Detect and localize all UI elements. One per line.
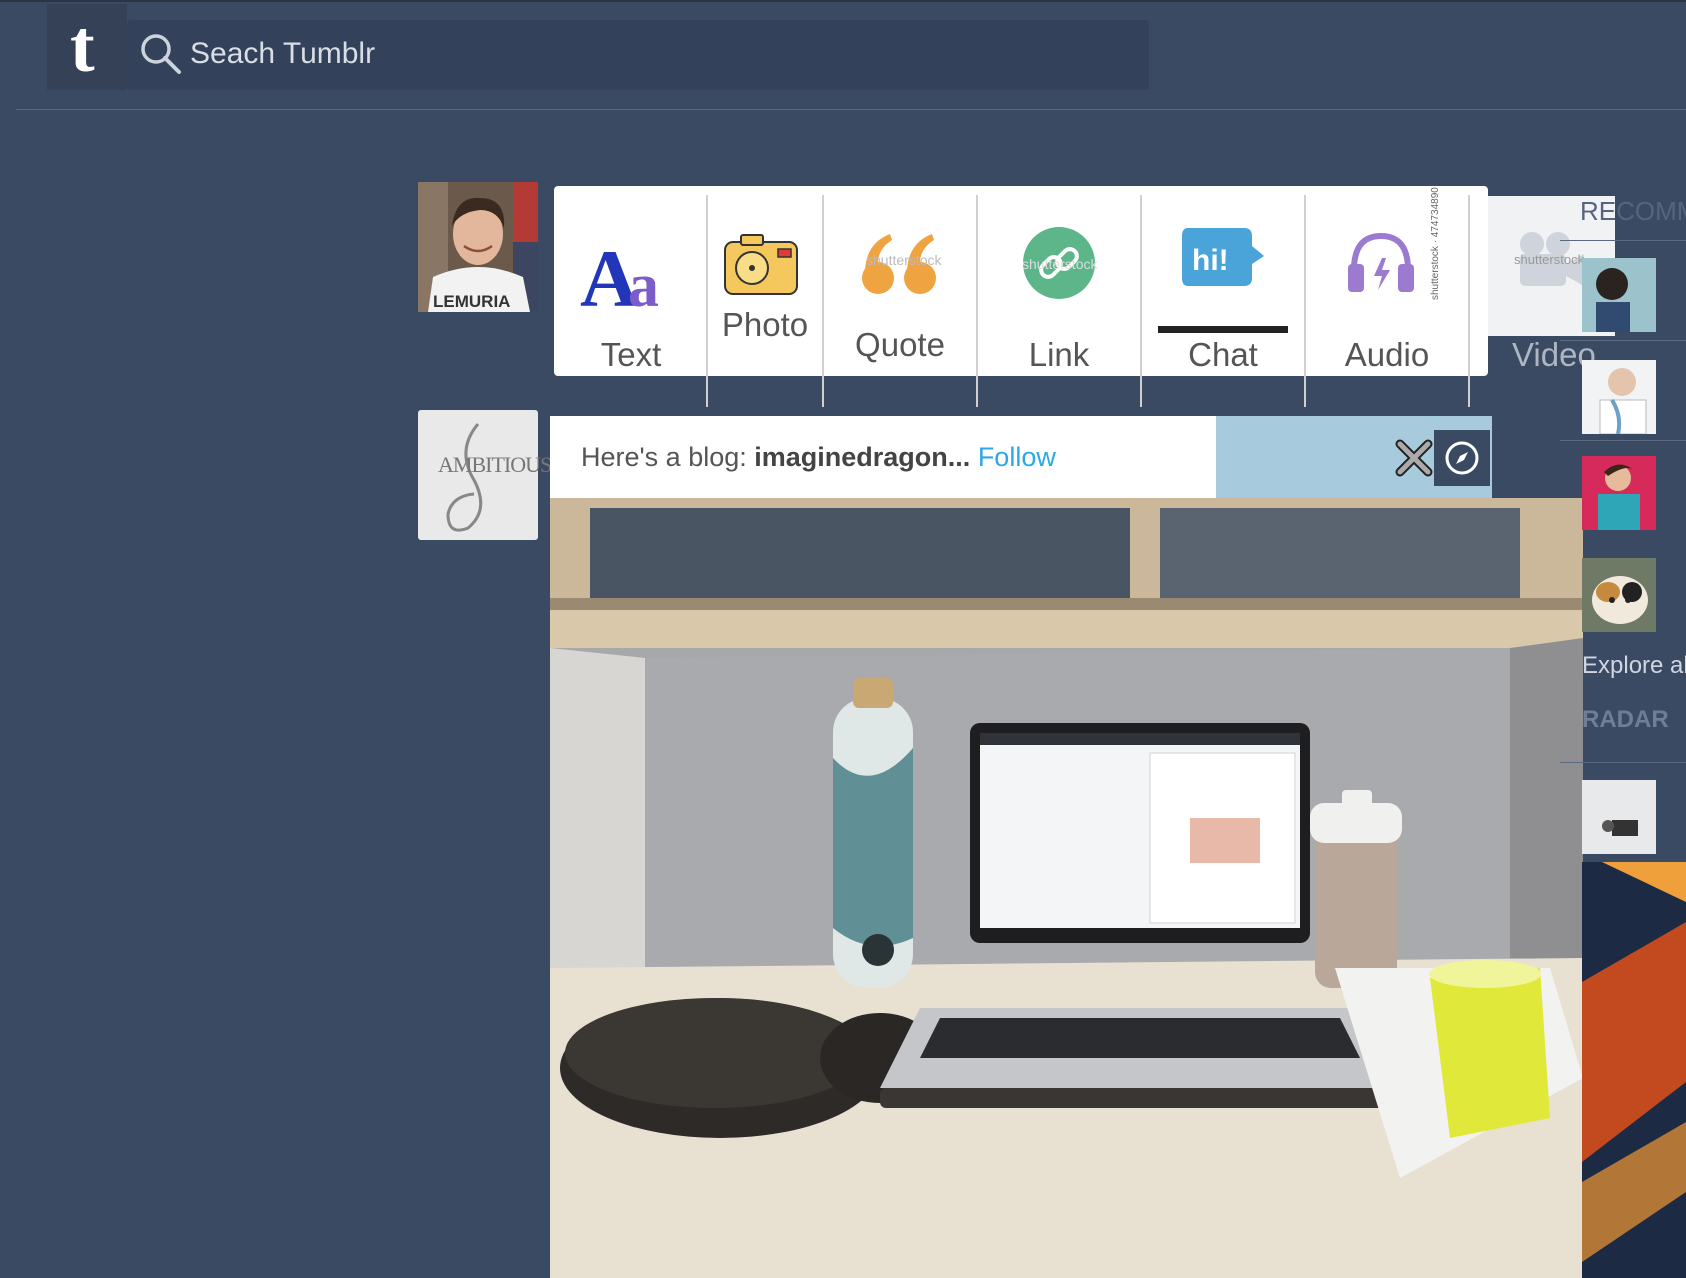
post-type-chat[interactable]: hi! Chat	[1142, 186, 1304, 376]
stock-watermark: shutterstock	[1514, 252, 1585, 267]
avatar-shirt-text: LEMURIA	[433, 292, 510, 311]
post-type-audio-label: Audio	[1344, 336, 1430, 373]
camera-icon	[724, 234, 798, 295]
top-edge	[0, 0, 1686, 2]
search-icon	[141, 34, 181, 74]
post-type-photo[interactable]: Photo	[708, 186, 822, 376]
explore-blog-button[interactable]	[1434, 430, 1490, 486]
rail-divider	[1560, 440, 1686, 441]
tumblr-logo[interactable]: t	[70, 4, 95, 90]
stock-watermark: shutterstock	[866, 252, 942, 268]
chat-icon: hi!	[1182, 228, 1264, 286]
compass-icon	[1445, 441, 1479, 475]
explore-all-link[interactable]: Explore al	[1582, 652, 1686, 680]
search-input[interactable]	[188, 28, 1092, 80]
post-type-quote[interactable]: shutterstock Quote	[824, 186, 976, 376]
recommended-blog-prefix: Here's a blog:	[581, 442, 747, 472]
headphones-icon	[1348, 232, 1414, 292]
text-icon: A a	[580, 236, 659, 320]
user-avatar[interactable]: LEMURIA	[418, 182, 538, 312]
rail-divider	[1560, 340, 1686, 341]
svg-text:a: a	[628, 252, 659, 320]
radar-thumb[interactable]	[1582, 780, 1656, 854]
radar-post-image[interactable]	[1582, 862, 1686, 1278]
post-type-divider	[1468, 195, 1470, 407]
header-divider	[16, 109, 1686, 110]
post-type-photo-label: Photo	[721, 306, 809, 343]
stock-footer-bar	[1158, 326, 1288, 333]
recommended-blog-name[interactable]: imaginedragon...	[754, 442, 970, 472]
post-type-link[interactable]: shutterstock Link	[978, 186, 1140, 376]
recommended-blog-text: Here's a blog: imaginedragon... Follow	[581, 442, 1056, 473]
stock-watermark: shutterstock	[1022, 256, 1098, 272]
stock-id-text: shutterstock · 474734890	[1430, 187, 1441, 300]
rail-divider	[1560, 762, 1686, 763]
follow-button[interactable]: Follow	[978, 442, 1056, 472]
post-type-chat-label: Chat	[1188, 336, 1258, 373]
post-photo[interactable]	[550, 498, 1583, 1278]
recommended-thumb[interactable]	[1582, 258, 1656, 332]
recommended-thumb[interactable]	[1582, 360, 1656, 434]
radar-title: RADAR	[1582, 706, 1669, 733]
recommended-blog-avatar-text: AMBITIOUS	[438, 452, 552, 477]
right-rail-title: RECOMM	[1580, 196, 1686, 226]
recommended-thumb[interactable]	[1582, 558, 1656, 632]
post-type-link-label: Link	[1028, 336, 1090, 373]
chat-bubble-text: hi!	[1192, 244, 1229, 277]
post-type-audio[interactable]: Audio	[1306, 186, 1468, 376]
dismiss-icon[interactable]	[1394, 438, 1434, 478]
rail-divider	[1560, 240, 1686, 241]
post-type-text-label: Text	[600, 336, 662, 373]
post-type-text[interactable]: A a Text	[560, 186, 702, 376]
recommended-thumb[interactable]	[1582, 456, 1656, 530]
post-type-quote-label: Quote	[855, 326, 945, 363]
